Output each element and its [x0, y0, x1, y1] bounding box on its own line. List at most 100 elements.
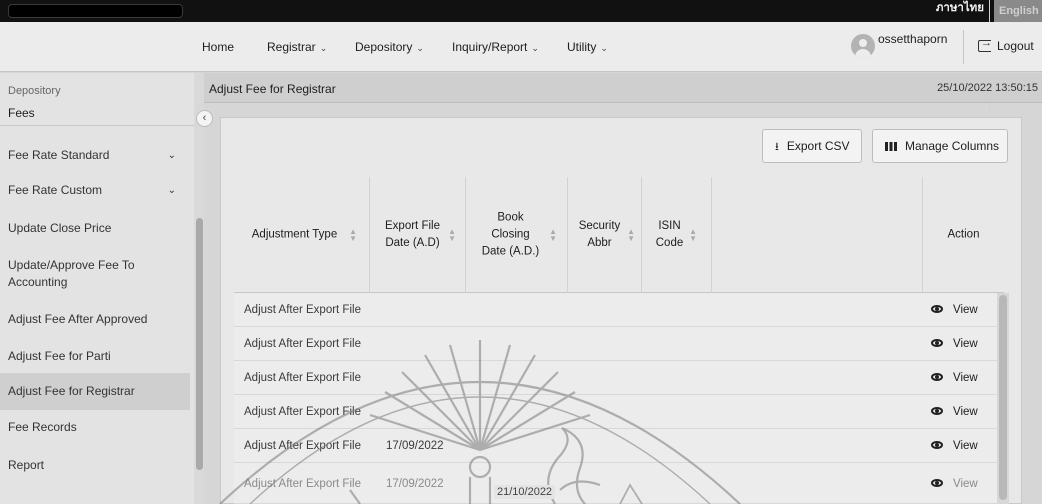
current-datetime: 25/10/2022 13:50:15	[937, 82, 1038, 94]
view-button[interactable]: View	[931, 293, 978, 327]
cell-adjustment-type: Adjust After Export File	[244, 406, 361, 418]
table-row[interactable]: Adjust After Export File View	[234, 395, 1004, 429]
cell-adjustment-type: Adjust After Export File	[244, 440, 361, 452]
sort-icon: ▲ ▼	[627, 227, 635, 243]
nav-utility[interactable]: Utility ⌄	[567, 22, 608, 72]
export-csv-label: Export CSV	[786, 139, 850, 153]
sidebar-breadcrumb: Depository	[8, 85, 61, 97]
column-header-label: ISIN Code	[655, 220, 684, 249]
column-header-isin-code[interactable]: ISIN Code ▲ ▼	[642, 177, 712, 293]
cell-adjustment-type: Adjust After Export File	[244, 478, 361, 490]
sort-icon: ▲ ▼	[349, 227, 357, 243]
sidebar: Depository Fees Fee Rate Standard ⌄ Fee …	[0, 73, 194, 504]
table-scrollbar-thumb[interactable]	[999, 295, 1007, 500]
view-label: View	[953, 304, 978, 316]
lang-english-button[interactable]: English	[994, 0, 1042, 22]
logout-label: Logout	[997, 39, 1034, 53]
main-navbar: Home Registrar ⌄ Depository ⌄ Inquiry/Repo…	[0, 22, 1042, 72]
table-scrollbar[interactable]	[997, 293, 1009, 504]
top-bar: ภาษาไทย English	[0, 0, 1042, 116]
user-avatar-icon[interactable]	[851, 34, 875, 58]
user-name[interactable]: ossetthaporn	[878, 32, 947, 46]
logout-button[interactable]: Logout	[978, 37, 1034, 53]
chevron-down-icon: ⌄	[319, 43, 328, 53]
eye-icon	[931, 373, 943, 381]
sidebar-item-update-approve-fee[interactable]: Update/Approve Fee To Accounting	[8, 257, 158, 291]
sidebar-item-fee-rate-custom[interactable]: Fee Rate Custom ⌄	[8, 182, 180, 199]
collapse-sidebar-button[interactable]: ‹	[196, 110, 213, 127]
column-header-label: Action	[947, 228, 980, 241]
manage-columns-button[interactable]: Manage Columns	[872, 129, 1008, 163]
view-button[interactable]: View	[931, 467, 978, 501]
view-button[interactable]: View	[931, 327, 978, 361]
view-button[interactable]: View	[931, 429, 978, 463]
eye-icon	[931, 407, 943, 415]
chevron-down-icon: ⌄	[531, 43, 539, 53]
sidebar-divider	[0, 125, 194, 126]
table-header: Adjustment Type ▲ ▼ Export File Date (A.D…	[234, 177, 1004, 293]
sidebar-item-fee-records[interactable]: Fee Records	[8, 419, 180, 436]
nav-home[interactable]: Home	[202, 22, 234, 72]
chevron-down-icon: ⌄	[167, 150, 176, 161]
table-row[interactable]: Adjust After Export File 17/09/2022 View	[234, 463, 1004, 504]
eye-icon	[931, 305, 943, 313]
cell-export-file-date: 17/09/2022	[386, 478, 444, 490]
sidebar-item-label: Fee Records	[8, 420, 77, 434]
table-row[interactable]: Adjust After Export File View	[234, 361, 1004, 395]
columns-icon	[885, 142, 897, 151]
column-header-export-file-date[interactable]: Export File Date (A.D) ▲ ▼	[370, 177, 466, 293]
sidebar-item-label: Report	[8, 458, 45, 472]
cell-adjustment-type: Adjust After Export File	[244, 338, 361, 350]
view-label: View	[953, 338, 978, 350]
cell-adjustment-type: Adjust After Export File	[244, 304, 361, 316]
eye-icon	[931, 339, 943, 347]
redacted-bar	[8, 4, 183, 18]
sidebar-item-adjust-fee-for-registrar[interactable]: Adjust Fee for Registrar	[0, 373, 190, 410]
sidebar-item-adjust-fee-for-parti[interactable]: Adjust Fee for Parti	[8, 348, 180, 365]
sidebar-scrollbar-thumb[interactable]	[196, 218, 203, 470]
sidebar-item-fee-rate-standard[interactable]: Fee Rate Standard ⌄	[8, 147, 180, 164]
column-header-action: Action	[922, 177, 1004, 293]
cell-adjustment-type: Adjust After Export File	[244, 372, 361, 384]
view-label: View	[953, 478, 978, 490]
nav-depository[interactable]: Depository ⌄	[355, 22, 424, 72]
chevron-left-icon: ‹	[202, 112, 207, 124]
cell-export-file-date: 17/09/2022	[386, 440, 444, 452]
chevron-down-icon: ⌄	[600, 43, 608, 53]
sidebar-item-label: Fee Rate Standard	[8, 148, 110, 162]
nav-depository-label: Depository	[355, 40, 413, 54]
sidebar-section-title: Fees	[8, 106, 35, 120]
view-button[interactable]: View	[931, 395, 978, 429]
sidebar-item-report[interactable]: Report	[8, 457, 180, 474]
chevron-down-icon: ⌄	[167, 185, 176, 196]
view-label: View	[953, 440, 978, 452]
sidebar-item-label: Adjust Fee After Approved	[8, 312, 148, 326]
sidebar-item-label: Update/Approve Fee To Accounting	[8, 258, 135, 289]
sidebar-item-adjust-fee-after-approved[interactable]: Adjust Fee After Approved	[8, 311, 180, 328]
export-csv-button[interactable]: ⭳ Export CSV	[762, 129, 862, 163]
nav-inquiry-report-label: Inquiry/Report	[452, 40, 528, 54]
sort-icon: ▲ ▼	[549, 227, 557, 243]
view-label: View	[953, 406, 978, 418]
nav-inquiry-report[interactable]: Inquiry/Report ⌄	[452, 22, 539, 72]
table-row[interactable]: Adjust After Export File View	[234, 327, 1004, 361]
page-title: Adjust Fee for Registrar	[209, 82, 336, 96]
eye-icon	[931, 441, 943, 449]
table-row[interactable]: Adjust After Export File 17/09/2022 View	[234, 429, 1004, 463]
sidebar-item-update-close-price[interactable]: Update Close Price	[8, 220, 180, 237]
view-button[interactable]: View	[931, 361, 978, 395]
sort-icon: ▲ ▼	[448, 227, 456, 243]
column-header-security-abbr[interactable]: Security Abbr ▲ ▼	[568, 177, 642, 293]
view-label: View	[953, 372, 978, 384]
nav-divider	[963, 30, 964, 64]
nav-home-label: Home	[202, 40, 235, 54]
sidebar-item-label: Fee Rate Custom	[8, 183, 103, 197]
manage-columns-label: Manage Columns	[905, 139, 1000, 153]
sidebar-item-label: Adjust Fee for Parti	[8, 349, 111, 363]
column-header-adjustment-type[interactable]: Adjustment Type ▲ ▼	[234, 177, 370, 293]
logout-icon	[978, 37, 992, 52]
eye-icon	[931, 479, 943, 487]
nav-registrar[interactable]: Registrar ⌄	[267, 22, 327, 72]
table-row[interactable]: Adjust After Export File View	[234, 293, 1004, 327]
column-header-book-closing-date[interactable]: Book Closing Date (A.D.) ▲ ▼	[466, 177, 568, 293]
